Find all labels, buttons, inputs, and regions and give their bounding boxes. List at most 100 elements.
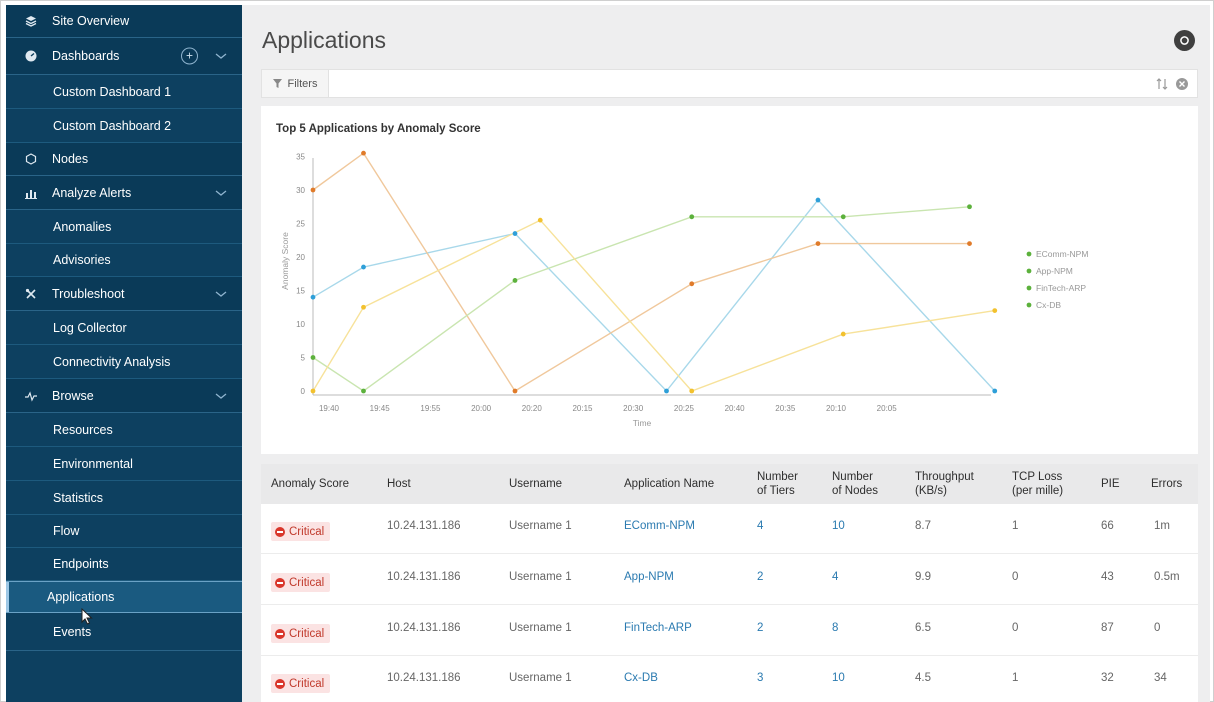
y-axis-label: Anomaly Score <box>280 232 290 290</box>
sidebar-item-label: Flow <box>53 524 80 538</box>
sidebar-item-environmental[interactable]: Environmental <box>6 447 242 481</box>
chevron-down-icon[interactable] <box>214 289 228 299</box>
page-title: Applications <box>262 27 387 53</box>
sidebar-item-statistics[interactable]: Statistics <box>6 481 242 515</box>
data-point[interactable] <box>967 241 972 247</box>
nodes-link[interactable]: 10 <box>832 672 845 684</box>
data-point[interactable] <box>361 304 366 310</box>
sidebar-item-custom-dashboard-1[interactable]: Custom Dashboard 1 <box>6 75 242 109</box>
refresh-icon <box>1180 36 1189 45</box>
tcp-loss-cell: 0 <box>1012 622 1019 634</box>
data-point[interactable] <box>840 331 846 337</box>
data-point[interactable] <box>310 294 316 300</box>
sidebar-item-connectivity-analysis[interactable]: Connectivity Analysis <box>6 345 242 379</box>
sidebar-item-applications[interactable]: Applications <box>6 581 242 613</box>
data-point[interactable] <box>992 388 998 394</box>
data-point[interactable] <box>310 355 316 360</box>
data-point[interactable] <box>689 281 695 287</box>
sidebar-item-anomalies[interactable]: Anomalies <box>6 210 242 244</box>
nodes-link[interactable]: 4 <box>832 571 838 583</box>
col-header-number-of-tiers[interactable]: Number of Tiers <box>757 464 798 504</box>
status-badge: Critical <box>271 522 331 541</box>
sidebar-item-analyze-alerts[interactable]: Analyze Alerts <box>6 176 242 210</box>
nodes-link[interactable]: 10 <box>832 520 845 532</box>
layers-icon <box>24 14 38 28</box>
data-point[interactable] <box>310 388 316 394</box>
data-point[interactable] <box>512 231 518 236</box>
col-header-application-name[interactable]: Application Name <box>624 464 714 504</box>
tiers-link[interactable]: 4 <box>757 520 763 532</box>
table-row[interactable]: Critical 10.24.131.186 Username 1 FinTech-A… <box>261 606 1198 656</box>
legend-label: EComm-NPM <box>1036 249 1088 259</box>
x-tick-label: 20:05 <box>877 404 898 413</box>
data-point[interactable] <box>840 214 846 220</box>
nodes-link[interactable]: 8 <box>832 622 838 634</box>
application-name-link[interactable]: FinTech-ARP <box>624 622 692 634</box>
filters-button[interactable]: Filters <box>262 70 329 97</box>
col-header-throughput[interactable]: Throughput (KB/s) <box>915 464 974 504</box>
application-name-link[interactable]: App-NPM <box>624 571 674 583</box>
data-point[interactable] <box>689 388 695 394</box>
data-point[interactable] <box>512 278 518 283</box>
col-header-anomaly-score[interactable]: Anomaly Score <box>271 464 349 504</box>
sidebar-item-endpoints[interactable]: Endpoints <box>6 548 242 581</box>
sidebar-item-troubleshoot[interactable]: Troubleshoot <box>6 277 242 311</box>
x-tick-label: 20:40 <box>725 404 746 413</box>
tcp-loss-cell: 1 <box>1012 672 1019 684</box>
x-tick-label: 20:25 <box>674 404 695 413</box>
sort-icon[interactable] <box>1155 77 1169 91</box>
tiers-link[interactable]: 3 <box>757 672 763 684</box>
data-point[interactable] <box>689 214 695 220</box>
table-row[interactable]: Critical 10.24.131.186 Username 1 Cx-DB 3 10 4… <box>261 656 1198 702</box>
legend-label: Cx-DB <box>1036 300 1061 310</box>
pie-cell: 66 <box>1101 520 1114 532</box>
sidebar-item-custom-dashboard-2[interactable]: Custom Dashboard 2 <box>6 109 242 143</box>
header-line: Number <box>757 471 798 483</box>
x-axis-label: Time <box>633 418 652 428</box>
sidebar-item-log-collector[interactable]: Log Collector <box>6 311 242 345</box>
application-name-link[interactable]: EComm-NPM <box>624 520 695 532</box>
data-point[interactable] <box>967 204 972 210</box>
sidebar-item-flow[interactable]: Flow <box>6 515 242 548</box>
data-point[interactable] <box>992 308 998 313</box>
col-header-tcp-loss[interactable]: TCP Loss (per mille) <box>1012 464 1063 504</box>
data-point[interactable] <box>310 187 316 193</box>
clear-filter-icon[interactable] <box>1175 77 1189 91</box>
table-row[interactable]: Critical 10.24.131.186 Username 1 App-NPM 2 4… <box>261 555 1198 605</box>
table-row[interactable]: Critical 10.24.131.186 Username 1 EComm-NPM… <box>261 504 1198 554</box>
legend-marker <box>1026 302 1032 308</box>
data-point[interactable] <box>361 264 366 270</box>
sidebar-item-events[interactable]: Events <box>6 613 242 651</box>
col-header-pie[interactable]: PIE <box>1101 464 1120 504</box>
data-point[interactable] <box>361 388 366 394</box>
chevron-down-icon[interactable] <box>214 391 228 401</box>
col-header-host[interactable]: Host <box>387 464 411 504</box>
header-line: (KB/s) <box>915 485 947 497</box>
tiers-link[interactable]: 2 <box>757 571 763 583</box>
sidebar-item-label: Browse <box>52 388 94 403</box>
data-point[interactable] <box>664 388 669 394</box>
sidebar-item-resources[interactable]: Resources <box>6 413 242 447</box>
sidebar-item-nodes[interactable]: Nodes <box>6 143 242 176</box>
application-name-link[interactable]: Cx-DB <box>624 672 658 684</box>
chevron-down-icon[interactable] <box>214 51 228 61</box>
tiers-link[interactable]: 2 <box>757 622 763 634</box>
data-point[interactable] <box>512 388 518 394</box>
col-header-errors[interactable]: Errors <box>1151 464 1182 504</box>
settings-button[interactable] <box>1174 30 1195 51</box>
username-cell: Username 1 <box>509 520 572 532</box>
data-point[interactable] <box>815 241 821 247</box>
col-header-username[interactable]: Username <box>509 464 562 504</box>
data-point[interactable] <box>361 150 366 156</box>
sidebar-item-label: Events <box>53 624 92 639</box>
col-header-number-of-nodes[interactable]: Number of Nodes <box>832 464 878 504</box>
status-label: Critical <box>289 525 325 538</box>
sidebar-item-site-overview[interactable]: Site Overview <box>6 5 242 38</box>
data-point[interactable] <box>537 217 543 223</box>
chevron-down-icon[interactable] <box>214 188 228 198</box>
sidebar-item-advisories[interactable]: Advisories <box>6 244 242 277</box>
data-point[interactable] <box>815 197 821 203</box>
sidebar-item-dashboards[interactable]: Dashboards + <box>6 38 242 75</box>
sidebar-item-browse[interactable]: Browse <box>6 379 242 413</box>
add-dashboard-button[interactable]: + <box>181 47 198 65</box>
